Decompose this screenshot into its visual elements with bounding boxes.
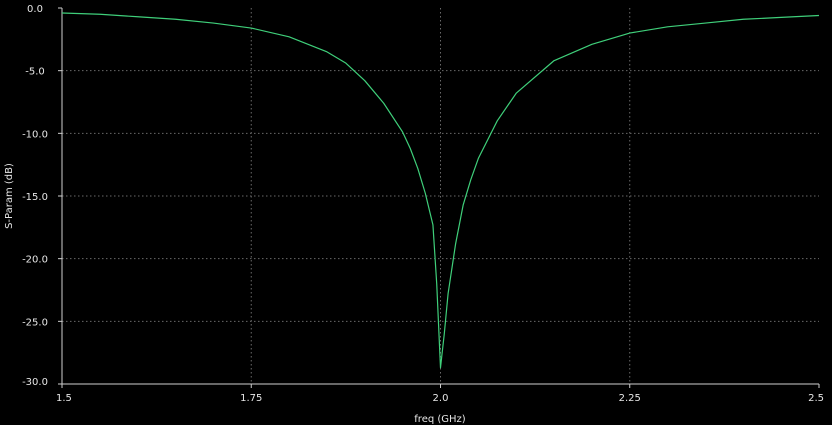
- x-tick-label: 1.5: [56, 393, 72, 404]
- y-tick-label: -10.0: [22, 129, 48, 140]
- y-tick-label: -15.0: [22, 192, 48, 203]
- line-chart: 1.5 1.75 2.0 2.25 2.5 0.0 -5.0 -10.0 -15.0 -20.0 -…: [0, 0, 832, 425]
- x-tick-label: 2.5: [808, 393, 824, 404]
- y-axis-title: S-Param (dB): [4, 163, 15, 229]
- x-axis-title: freq (GHz): [414, 414, 466, 425]
- plot-background: [0, 0, 832, 425]
- x-tick-label: 2.25: [619, 393, 641, 404]
- y-tick-label: -25.0: [22, 317, 48, 328]
- y-tick-label: -20.0: [22, 255, 48, 266]
- y-tick-label: -30.0: [22, 377, 48, 388]
- y-tick-label: 0.0: [27, 4, 43, 15]
- x-tick-label: 2.0: [433, 393, 449, 404]
- x-tick-label: 1.75: [240, 393, 262, 404]
- y-tick-label: -5.0: [25, 67, 45, 78]
- chart-root: 1.5 1.75 2.0 2.25 2.5 0.0 -5.0 -10.0 -15.0 -20.0 -…: [0, 0, 832, 425]
